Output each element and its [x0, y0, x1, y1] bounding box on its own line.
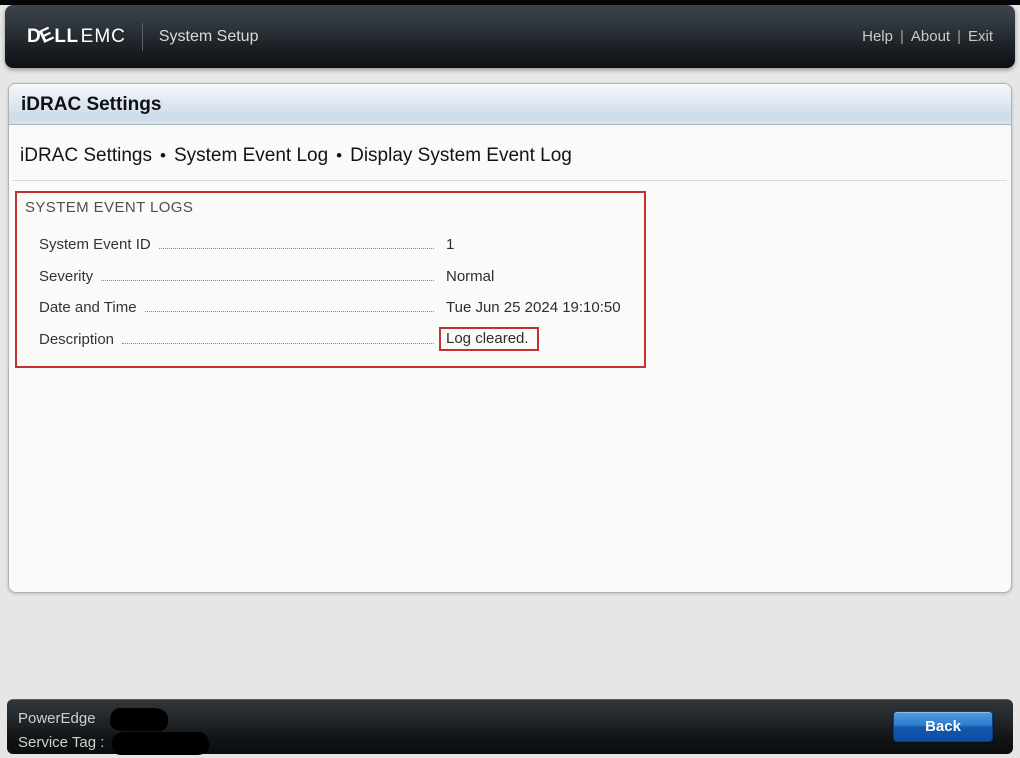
top-system-bar: DELL EMC System Setup Help | About | Exi… — [5, 5, 1015, 68]
exit-link[interactable]: Exit — [968, 28, 993, 45]
dotted-leader — [159, 240, 434, 249]
dell-wordmark: DELL — [27, 26, 79, 48]
link-separator: | — [893, 28, 911, 45]
dell-emc-logo: DELL EMC — [27, 26, 126, 48]
field-row-severity: Severity Normal — [17, 261, 644, 293]
model-redaction — [110, 708, 168, 731]
field-label: Date and Time — [39, 299, 137, 316]
panel-header: iDRAC Settings — [9, 84, 1011, 125]
section-title: SYSTEM EVENT LOGS — [25, 199, 644, 216]
dotted-leader — [122, 335, 434, 344]
dotted-leader — [101, 272, 434, 281]
topbar-divider — [142, 23, 143, 51]
breadcrumb-segment: Display System Event Log — [350, 145, 572, 167]
field-value: Normal — [446, 268, 642, 285]
main-panel: iDRAC Settings iDRAC Settings • System E… — [8, 83, 1012, 593]
annotation-red-box: SYSTEM EVENT LOGS System Event ID 1 Seve… — [15, 191, 646, 368]
service-tag-label: Service Tag : — [18, 734, 104, 751]
service-tag-redaction — [112, 732, 209, 755]
back-button[interactable]: Back — [893, 711, 993, 742]
emc-wordmark: EMC — [81, 26, 126, 48]
footer-bar: PowerEdge Service Tag : Back — [7, 699, 1013, 754]
breadcrumb-segment: System Event Log — [174, 145, 328, 167]
field-row-description: Description Log cleared. — [17, 324, 644, 356]
link-separator: | — [950, 28, 968, 45]
field-value: 1 — [446, 236, 642, 253]
app-title: System Setup — [159, 28, 259, 46]
about-link[interactable]: About — [911, 28, 950, 45]
field-label: Severity — [39, 268, 93, 285]
field-label: System Event ID — [39, 236, 151, 253]
field-row-date-and-time: Date and Time Tue Jun 25 2024 19:10:50 — [17, 292, 644, 324]
breadcrumb-separator: • — [152, 146, 174, 166]
model-label: PowerEdge — [18, 710, 96, 727]
breadcrumb-separator: • — [328, 146, 350, 166]
breadcrumb: iDRAC Settings • System Event Log • Disp… — [20, 145, 1011, 167]
help-link[interactable]: Help — [862, 28, 893, 45]
field-label: Description — [39, 331, 114, 348]
field-rows: System Event ID 1 Severity Normal Date a… — [17, 229, 644, 355]
model-line: PowerEdge — [18, 706, 1013, 730]
breadcrumb-divider — [13, 180, 1007, 181]
breadcrumb-segment: iDRAC Settings — [20, 145, 152, 167]
service-tag-line: Service Tag : — [18, 730, 1013, 754]
field-row-system-event-id: System Event ID 1 — [17, 229, 644, 261]
annotation-red-box-small: Log cleared. — [439, 327, 539, 351]
field-value: Log cleared. — [446, 327, 642, 351]
page-title: iDRAC Settings — [21, 94, 161, 116]
field-value: Tue Jun 25 2024 19:10:50 — [446, 299, 642, 316]
topbar-links: Help | About | Exit — [862, 28, 993, 45]
dotted-leader — [145, 303, 434, 312]
